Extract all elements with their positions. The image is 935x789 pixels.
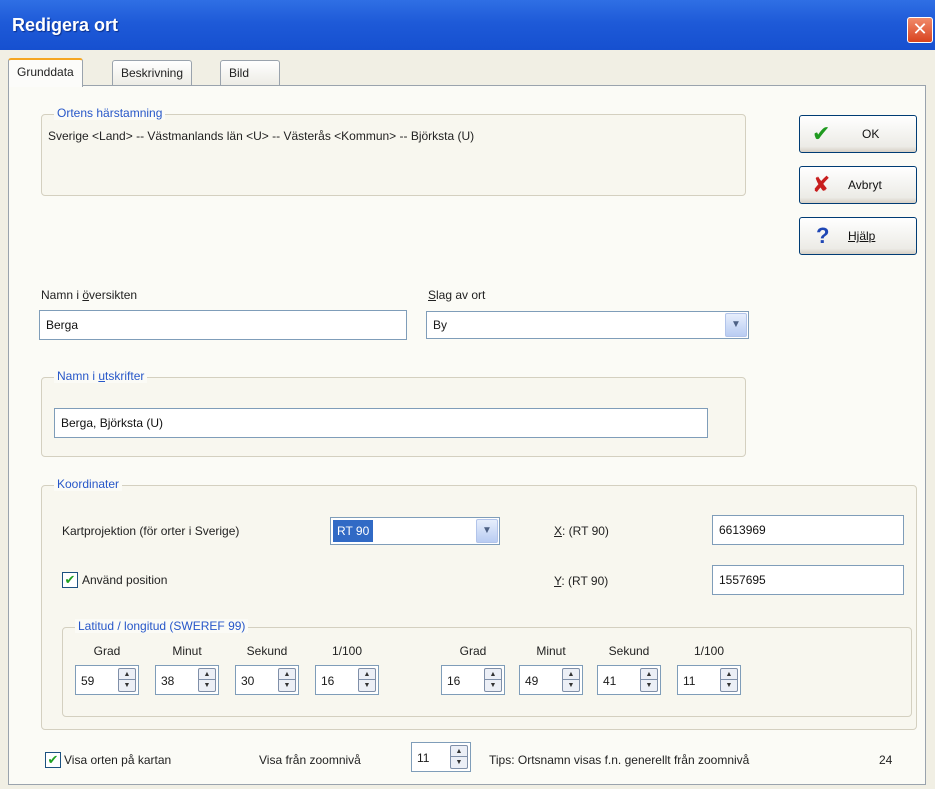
- y-coordinate-label: Y: (RT 90): [554, 574, 609, 588]
- lon-hundredths-spinner[interactable]: 11 ▲ ▼: [677, 665, 741, 695]
- latlon-group: Latitud / longitud (SWEREF 99) Grad Minu…: [62, 619, 912, 717]
- show-on-map-checkbox[interactable]: ✔: [45, 752, 61, 768]
- close-icon: ✕: [912, 19, 928, 39]
- tip-zoom-level: 24: [879, 753, 893, 767]
- lon-header-sekund: Sekund: [608, 644, 650, 658]
- lat-hundredths-spinner[interactable]: 16 ▲ ▼: [315, 665, 379, 695]
- ok-button[interactable]: ✔ OK: [799, 115, 917, 153]
- lat-seconds-spinner[interactable]: 30 ▲ ▼: [235, 665, 299, 695]
- spin-arrows-icon[interactable]: ▲ ▼: [358, 668, 376, 692]
- tab-beskrivning[interactable]: Beskrivning: [112, 60, 193, 86]
- spin-arrows-icon[interactable]: ▲ ▼: [562, 668, 580, 692]
- title-bar[interactable]: Redigera ort ✕: [0, 0, 935, 50]
- zoom-level-label: Visa från zoomnivå: [259, 753, 361, 767]
- tab-grunddata[interactable]: Grunddata: [8, 58, 83, 87]
- spin-arrows-icon[interactable]: ▲ ▼: [640, 668, 658, 692]
- question-icon: ?: [816, 223, 830, 248]
- origin-legend: Ortens härstamning: [54, 106, 166, 120]
- ok-button-label: OK: [862, 127, 880, 141]
- cancel-button[interactable]: ✘ Avbryt: [799, 166, 917, 204]
- spin-arrows-icon[interactable]: ▲ ▼: [198, 668, 216, 692]
- spin-arrows-icon[interactable]: ▲ ▼: [118, 668, 136, 692]
- chevron-down-icon[interactable]: ▼: [725, 313, 747, 337]
- print-name-legend: Namn i utskrifter: [54, 369, 148, 383]
- tip-text: Tips: Ortsnamn visas f.n. generellt från…: [489, 753, 750, 767]
- place-type-label: Slag av ort: [428, 288, 486, 302]
- show-on-map-label: Visa orten på kartan: [64, 753, 172, 767]
- lon-header-grad: Grad: [459, 644, 487, 658]
- close-button[interactable]: ✕: [907, 17, 933, 43]
- place-type-select[interactable]: By ▼: [426, 311, 749, 339]
- zoom-level-spinner[interactable]: 11 ▲ ▼: [411, 742, 471, 772]
- x-coordinate-input[interactable]: [712, 515, 904, 545]
- coordinates-group: Koordinater Kartprojektion (för orter i …: [41, 477, 917, 730]
- cancel-button-label: Avbryt: [848, 178, 882, 192]
- use-position-label: Använd position: [82, 573, 168, 587]
- latlon-legend: Latitud / longitud (SWEREF 99): [75, 619, 249, 633]
- overview-name-label: Namn i översikten: [41, 288, 138, 302]
- spin-arrows-icon[interactable]: ▲ ▼: [484, 668, 502, 692]
- lon-degrees-spinner[interactable]: 16 ▲ ▼: [441, 665, 505, 695]
- origin-path-text: Sverige <Land> -- Västmanlands län <U> -…: [48, 129, 475, 143]
- lat-degrees-spinner[interactable]: 59 ▲ ▼: [75, 665, 139, 695]
- y-coordinate-input[interactable]: [712, 565, 904, 595]
- lat-header-hundredths: 1/100: [331, 644, 363, 658]
- lat-header-grad: Grad: [93, 644, 121, 658]
- help-button-label: Hjälp: [848, 229, 876, 243]
- lat-minutes-spinner[interactable]: 38 ▲ ▼: [155, 665, 219, 695]
- checkmark-icon: ✔: [812, 121, 831, 146]
- chevron-down-icon[interactable]: ▼: [476, 519, 498, 543]
- use-position-checkbox[interactable]: ✔: [62, 572, 78, 588]
- projection-label: Kartprojektion (för orter i Sverige): [62, 524, 240, 538]
- edit-place-dialog: Redigera ort ✕ Grunddata Beskrivning Bil…: [0, 0, 935, 789]
- window-title: Redigera ort: [12, 15, 119, 35]
- x-coordinate-label: X: (RT 90): [554, 524, 609, 538]
- print-name-input[interactable]: [54, 408, 708, 438]
- projection-select[interactable]: RT 90 ▼: [330, 517, 500, 545]
- overview-name-input[interactable]: [39, 310, 407, 340]
- help-button[interactable]: ? Hjälp: [799, 217, 917, 255]
- spin-arrows-icon[interactable]: ▲ ▼: [450, 745, 468, 769]
- origin-group: Ortens härstamning Sverige <Land> -- Väs…: [41, 106, 746, 196]
- print-name-group: Namn i utskrifter: [41, 369, 746, 457]
- lat-header-sekund: Sekund: [246, 644, 288, 658]
- spin-arrows-icon[interactable]: ▲ ▼: [720, 668, 738, 692]
- place-type-value: By: [433, 318, 448, 332]
- tab-panel-grunddata: Ortens härstamning Sverige <Land> -- Väs…: [8, 85, 926, 785]
- lat-header-minut: Minut: [172, 644, 202, 658]
- coordinates-legend: Koordinater: [54, 477, 123, 491]
- lon-seconds-spinner[interactable]: 41 ▲ ▼: [597, 665, 661, 695]
- spin-arrows-icon[interactable]: ▲ ▼: [278, 668, 296, 692]
- cross-icon: ✘: [812, 172, 831, 197]
- lon-header-minut: Minut: [536, 644, 566, 658]
- projection-value: RT 90: [333, 520, 374, 542]
- lon-minutes-spinner[interactable]: 49 ▲ ▼: [519, 665, 583, 695]
- lon-header-hundredths: 1/100: [693, 644, 725, 658]
- tab-bild[interactable]: Bild: [220, 60, 280, 86]
